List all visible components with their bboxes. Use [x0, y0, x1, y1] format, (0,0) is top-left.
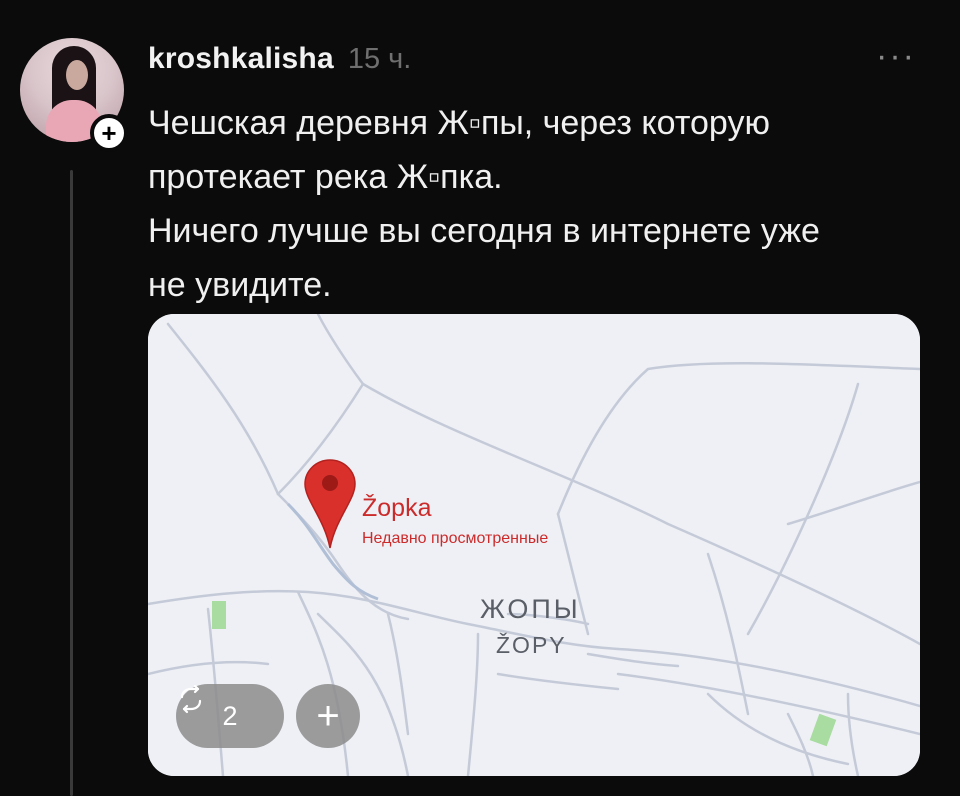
post-text-paragraph: Ничего лучше вы сегодня в интернете уже … [148, 212, 820, 304]
map-image[interactable]: Žopka Недавно просмотренные ЖОПЫ ŽOPY 2 … [148, 314, 920, 776]
village-name-ru: ЖОПЫ [480, 594, 581, 624]
post-text: Чешская деревня Ж▫пы, через которую прот… [148, 96, 908, 312]
more-options-button[interactable]: ··· [876, 39, 916, 73]
thread-line [70, 170, 73, 796]
repost-button[interactable]: 2 [176, 684, 284, 748]
village-name-cz: ŽOPY [496, 632, 567, 658]
place-subtitle: Недавно просмотренные [362, 530, 549, 547]
post-time: 15 ч. [347, 43, 412, 75]
add-button[interactable]: + [296, 684, 360, 748]
post-text-paragraph: Чешская деревня Ж▫пы, через которую прот… [148, 104, 770, 196]
avatar-container[interactable]: + [20, 38, 128, 152]
username[interactable]: kroshkalisha [148, 42, 334, 76]
avatar-face [66, 60, 88, 90]
follow-button[interactable]: + [90, 114, 128, 152]
repost-count: 2 [222, 700, 238, 731]
park-area [212, 601, 226, 629]
post-header: kroshkalisha 15 ч. [148, 42, 411, 76]
plus-icon: + [101, 118, 117, 148]
more-dots-icon: ··· [876, 37, 916, 75]
repost-icon [180, 684, 202, 714]
thread-post: + kroshkalisha 15 ч. ··· Чешская деревня… [0, 0, 960, 796]
plus-icon: + [316, 694, 340, 738]
place-name: Žopka [362, 494, 432, 522]
